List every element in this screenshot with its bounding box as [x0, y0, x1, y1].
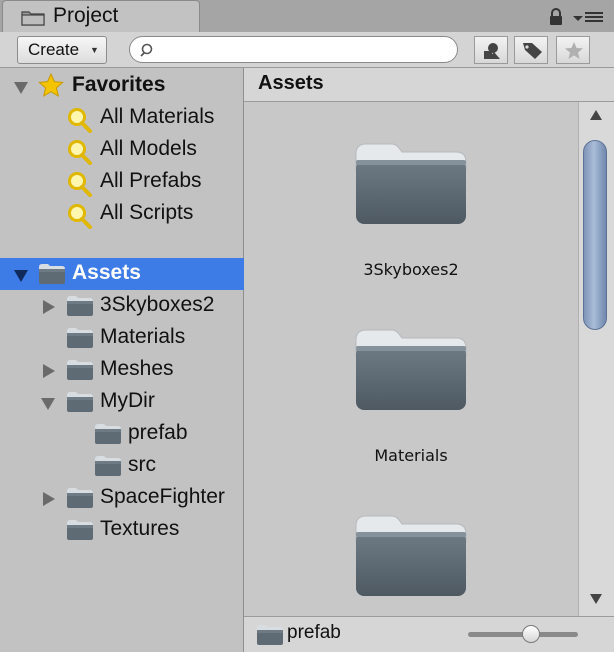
asset-item-label: 3Skyboxes2: [363, 260, 459, 279]
project-tab[interactable]: Project: [2, 0, 200, 32]
tree-item-label: Materials: [100, 325, 186, 348]
save-search-button[interactable]: [556, 36, 590, 64]
favorite-item[interactable]: All Prefabs: [0, 166, 244, 198]
tree-item[interactable]: Materials: [0, 322, 244, 354]
tree-item-label: MyDir: [100, 389, 155, 412]
vertical-scrollbar[interactable]: [578, 102, 614, 616]
slider-knob[interactable]: [522, 625, 540, 643]
tree-item[interactable]: SpaceFighter: [0, 482, 244, 514]
scroll-up-icon[interactable]: [589, 108, 603, 126]
asset-item-label: Materials: [374, 446, 448, 465]
tree-item-label: SpaceFighter: [100, 485, 225, 508]
breadcrumb: Assets: [244, 68, 614, 102]
favorite-item[interactable]: All Scripts: [0, 198, 244, 230]
favorite-item[interactable]: All Models: [0, 134, 244, 166]
dropdown-arrow-icon: ▼: [90, 45, 99, 55]
asset-browser: Assets 3Skyboxes2 Materials prefab: [244, 68, 614, 652]
tab-bar: Project: [0, 0, 614, 32]
tree-item-label: Assets: [72, 261, 141, 284]
tree-item-assets[interactable]: Assets: [0, 258, 244, 290]
folder-icon: [94, 423, 122, 450]
tree-item[interactable]: Meshes: [0, 354, 244, 386]
expand-arrow-icon[interactable]: [40, 397, 56, 416]
folder-tree: Favorites All Materials All Models All P…: [0, 68, 244, 652]
tree-item-label: 3Skyboxes2: [100, 293, 215, 316]
tree-item-label: Meshes: [100, 357, 174, 380]
asset-item[interactable]: [244, 514, 578, 616]
large-folder-icon: [355, 143, 467, 224]
favorites-header[interactable]: Favorites: [0, 70, 244, 102]
star-icon: [38, 72, 64, 103]
folder-icon: [66, 359, 94, 386]
expand-arrow-icon[interactable]: [13, 81, 29, 100]
folder-icon: [256, 624, 284, 651]
asset-grid: 3Skyboxes2 Materials: [244, 102, 578, 616]
large-folder-icon: [355, 515, 467, 596]
collapsed-arrow-icon[interactable]: [42, 491, 56, 512]
create-label: Create: [28, 40, 80, 59]
tree-item-label: prefab: [128, 421, 188, 444]
collapsed-arrow-icon[interactable]: [42, 363, 56, 384]
tree-item[interactable]: prefab: [0, 418, 244, 450]
tree-item-label: Textures: [100, 517, 180, 540]
favorite-item-label: All Materials: [100, 105, 215, 128]
tree-item[interactable]: 3Skyboxes2: [0, 290, 244, 322]
favorites-star-icon: [565, 42, 583, 59]
folder-icon: [66, 519, 94, 546]
tree-item[interactable]: Textures: [0, 514, 244, 546]
folder-icon: [94, 455, 122, 482]
selected-asset-path: prefab: [287, 622, 341, 643]
search-input[interactable]: [160, 40, 444, 61]
filter-by-label-button[interactable]: [514, 36, 548, 64]
folder-icon: [66, 295, 94, 322]
filter-by-label-icon: [523, 43, 542, 59]
asset-item[interactable]: 3Skyboxes2: [244, 142, 578, 279]
folder-icon: [66, 391, 94, 418]
folder-icon: [38, 263, 66, 290]
filter-by-type-icon: [484, 43, 500, 59]
favorite-item-label: All Scripts: [100, 201, 194, 224]
search-field[interactable]: [129, 36, 458, 63]
favorite-item-label: All Prefabs: [100, 169, 202, 192]
favorite-item[interactable]: All Materials: [0, 102, 244, 134]
favorites-label: Favorites: [72, 73, 166, 96]
lock-icon[interactable]: [548, 8, 564, 31]
scrollbar-thumb[interactable]: [583, 140, 607, 330]
status-bar: prefab: [244, 616, 614, 652]
scroll-down-icon[interactable]: [589, 592, 603, 610]
folder-icon: [66, 327, 94, 354]
window-menu-icon[interactable]: [573, 10, 605, 29]
breadcrumb-assets[interactable]: Assets: [258, 72, 324, 95]
favorite-item-label: All Models: [100, 137, 197, 160]
tree-item[interactable]: MyDir: [0, 386, 244, 418]
folder-icon: [66, 487, 94, 514]
search-filter-icon: [66, 203, 94, 234]
expand-arrow-icon[interactable]: [13, 269, 29, 288]
folder-icon: [21, 9, 45, 31]
tab-title: Project: [53, 4, 119, 27]
tree-item-label: src: [128, 453, 156, 476]
asset-item[interactable]: Materials: [244, 328, 578, 465]
filter-by-type-button[interactable]: [474, 36, 508, 64]
create-dropdown-button[interactable]: Create ▼: [17, 36, 107, 64]
tree-item[interactable]: src: [0, 450, 244, 482]
search-icon: [140, 42, 156, 63]
large-folder-icon: [355, 329, 467, 410]
toolbar: Create ▼: [0, 32, 614, 68]
collapsed-arrow-icon[interactable]: [42, 299, 56, 320]
project-window: Project Create ▼ Favorites All Materials…: [0, 0, 614, 652]
